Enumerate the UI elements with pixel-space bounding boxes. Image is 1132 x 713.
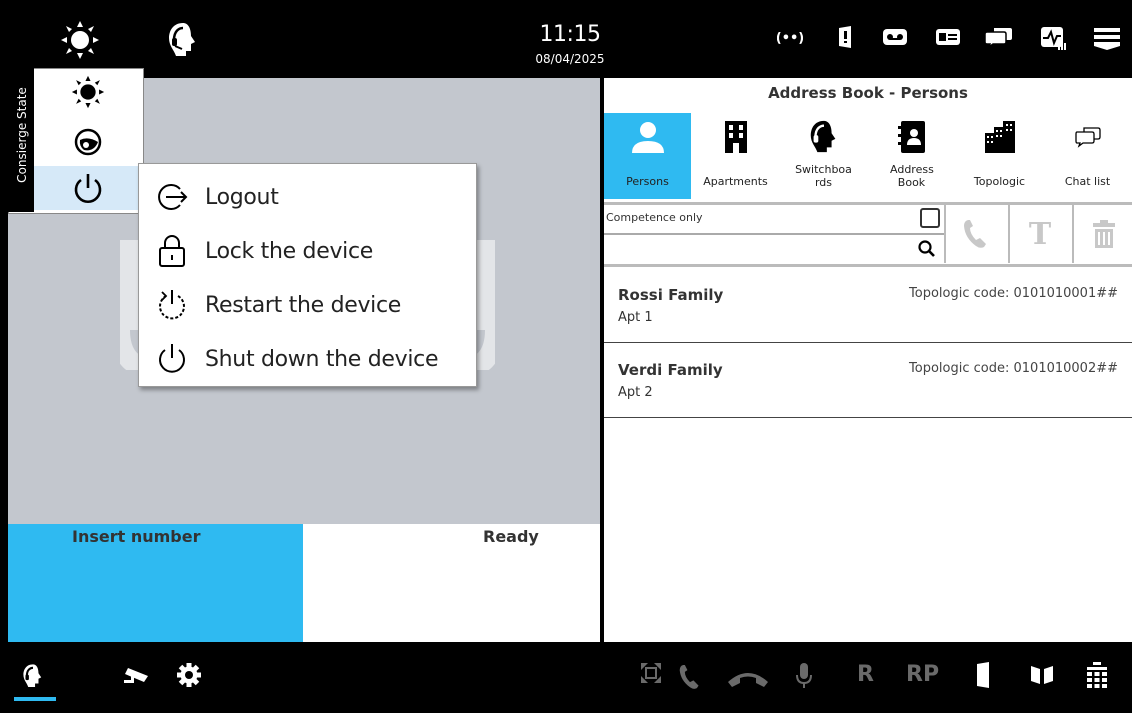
- topologic-buildings-icon: [984, 121, 1015, 153]
- chat-icon[interactable]: [985, 26, 1013, 48]
- expand-icon[interactable]: [640, 662, 662, 684]
- clock-date: 08/04/2025: [535, 52, 605, 66]
- hang-up-icon[interactable]: [726, 668, 770, 688]
- clock-time: 11:15: [539, 22, 601, 47]
- tab-persons-label: Persons: [626, 175, 669, 188]
- active-section-indicator: [14, 697, 56, 701]
- day-mode-icon[interactable]: [60, 20, 100, 60]
- person-icon: [631, 122, 664, 153]
- call-answer-icon[interactable]: [678, 662, 702, 692]
- lock-device-label: Lock the device: [205, 238, 374, 264]
- operator-headset-icon[interactable]: [164, 20, 202, 60]
- lock-icon: [159, 235, 185, 267]
- consierge-state-label: Consierge State: [15, 87, 29, 183]
- address-book-title: Address Book - Persons: [768, 84, 968, 102]
- door-alarm-icon[interactable]: [836, 26, 854, 48]
- id-card-icon[interactable]: [935, 26, 961, 48]
- cctv-camera-icon[interactable]: [122, 662, 152, 688]
- shutdown-device-label: Shut down the device: [205, 346, 439, 372]
- shutdown-device-item[interactable]: Shut down the device: [149, 334, 438, 384]
- tab-persons[interactable]: Persons: [604, 113, 691, 199]
- tab-switchboards[interactable]: Switchboards: [780, 113, 867, 199]
- operator-headset-icon[interactable]: [20, 662, 46, 690]
- phone-icon: [964, 220, 986, 248]
- restart-device-label: Restart the device: [205, 292, 402, 318]
- delete-contact-button[interactable]: [1072, 205, 1132, 263]
- text-message-button[interactable]: T: [1008, 205, 1070, 263]
- address-book-tabs: Persons Apartments Switchboards Address …: [604, 113, 1132, 203]
- list-item[interactable]: Rossi Family Apt 1 Topologic code: 01010…: [604, 268, 1132, 343]
- svg-text:T: T: [1029, 218, 1052, 250]
- day-mode-option[interactable]: [34, 70, 142, 114]
- address-book-icon: [897, 121, 925, 153]
- logout-icon: [158, 184, 188, 210]
- power-menu-popup: Logout Lock the device Restart the devic…: [138, 163, 477, 387]
- gear-icon[interactable]: [176, 662, 202, 688]
- r-button[interactable]: R: [857, 662, 874, 687]
- insert-number-label: Insert number: [72, 527, 201, 546]
- tab-chat-list-label: Chat list: [1064, 175, 1111, 188]
- keypad-icon[interactable]: [1086, 662, 1108, 690]
- contact-name: Verdi Family: [618, 361, 723, 379]
- trash-icon: [1093, 220, 1115, 248]
- tab-apartments[interactable]: Apartments: [692, 113, 779, 199]
- building-icon: [724, 121, 747, 153]
- contact-topologic-code: Topologic code: 0101010001##: [909, 286, 1118, 301]
- power-option[interactable]: [34, 166, 142, 210]
- contact-apartment: Apt 1: [618, 310, 653, 325]
- tab-chat-list[interactable]: Chat list: [1044, 113, 1131, 199]
- tab-switchboards-label: Switchboards: [795, 163, 852, 189]
- tab-topologic[interactable]: Topologic: [956, 113, 1043, 199]
- restart-device-item[interactable]: Restart the device: [149, 280, 401, 330]
- filter-divider: [604, 264, 1132, 267]
- logout-label: Logout: [205, 184, 279, 210]
- tab-apartments-label: Apartments: [703, 175, 768, 188]
- list-item[interactable]: Verdi Family Apt 2 Topologic code: 01010…: [604, 343, 1132, 418]
- chat-list-icon: [1074, 127, 1101, 148]
- sun-icon: [71, 75, 105, 109]
- restart-icon: [159, 290, 185, 320]
- tab-address-book[interactable]: Address Book: [868, 113, 955, 199]
- competence-only-checkbox[interactable]: [920, 208, 940, 228]
- voicemail-icon[interactable]: [882, 26, 908, 48]
- menu-icon[interactable]: [1092, 26, 1122, 50]
- broadcast-icon[interactable]: (••): [777, 26, 803, 48]
- lock-device-item[interactable]: Lock the device: [149, 226, 373, 276]
- call-status-label: Ready: [483, 527, 539, 546]
- tab-address-book-label: Address Book: [890, 163, 934, 189]
- switchboard-headset-icon: [810, 120, 835, 153]
- gate-icon[interactable]: [1030, 662, 1054, 686]
- tab-topologic-label: Topologic: [973, 175, 1026, 188]
- text-icon: T: [1029, 218, 1052, 250]
- open-door-icon[interactable]: [974, 662, 992, 688]
- contact-topologic-code: Topologic code: 0101010002##: [909, 361, 1118, 376]
- bottom-bar: [0, 642, 1132, 713]
- logout-item[interactable]: Logout: [149, 172, 279, 222]
- search-divider: [604, 233, 944, 235]
- svg-text:(••): (••): [777, 31, 803, 46]
- search-input[interactable]: [606, 238, 910, 262]
- contact-name: Rossi Family: [618, 286, 724, 304]
- power-icon: [74, 174, 102, 203]
- competence-only-label: Competence only: [606, 211, 703, 224]
- consierge-state-tab: Consierge State: [8, 68, 34, 212]
- contact-apartment: Apt 2: [618, 385, 653, 400]
- call-status-panel: [303, 524, 600, 642]
- rp-button[interactable]: RP: [906, 662, 939, 687]
- search-icon[interactable]: [918, 240, 936, 258]
- night-mode-icon: [74, 128, 102, 156]
- night-mode-option[interactable]: [34, 120, 142, 164]
- system-monitor-icon[interactable]: [1040, 26, 1068, 52]
- microphone-icon[interactable]: [796, 662, 812, 690]
- power-icon: [159, 344, 185, 373]
- call-contact-button[interactable]: [944, 205, 1006, 263]
